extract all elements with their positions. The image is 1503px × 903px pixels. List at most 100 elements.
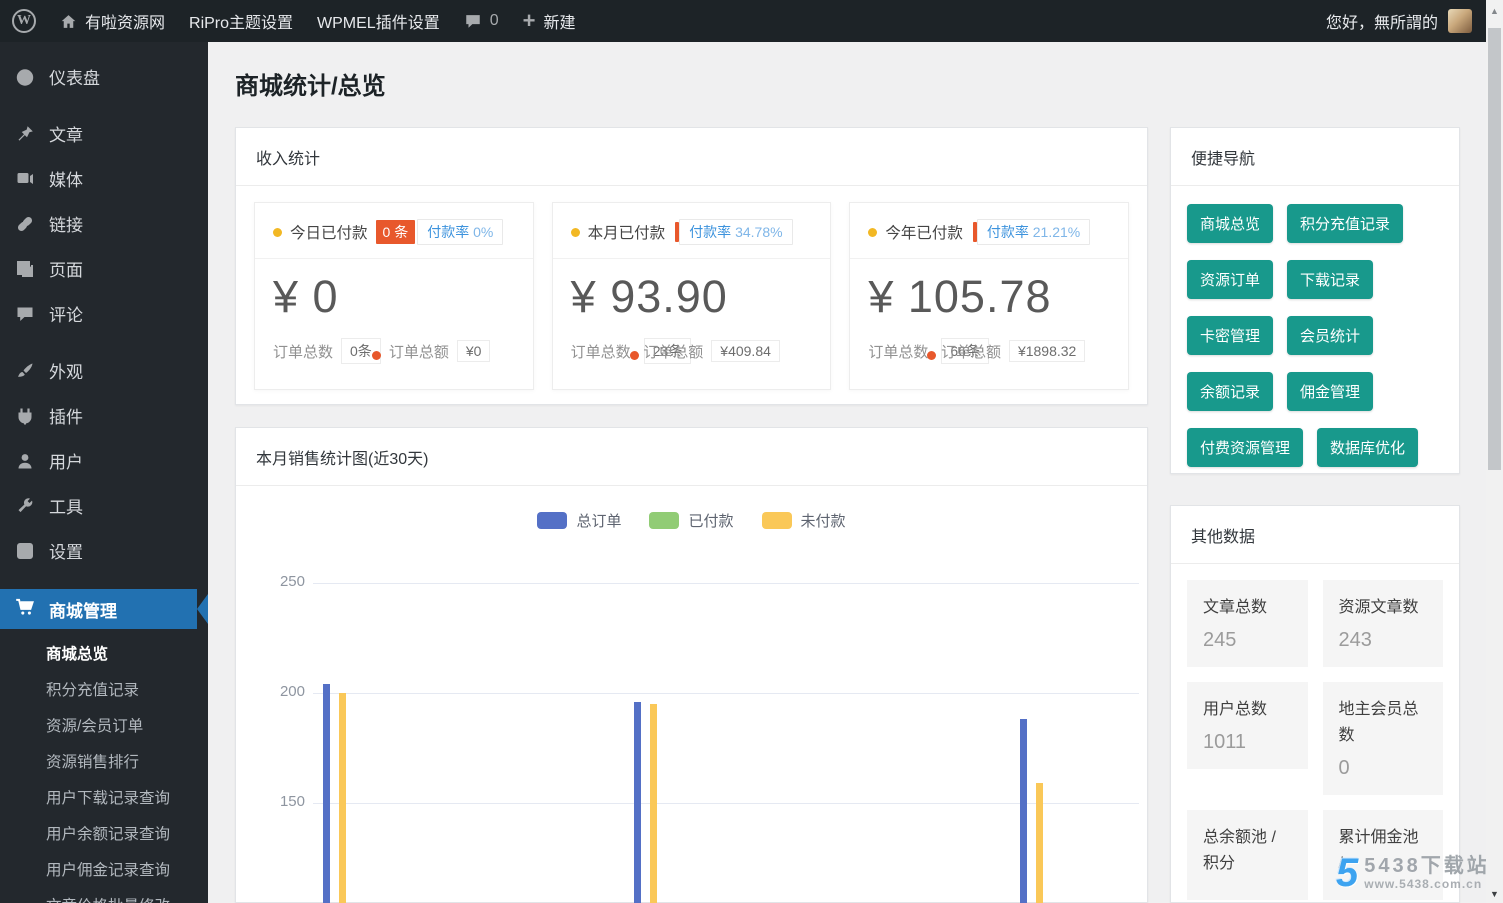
- media-icon: [14, 169, 36, 189]
- tile-total-posts: 文章总数 245: [1187, 580, 1308, 667]
- submenu-download-records[interactable]: 用户下载记录查询: [0, 781, 208, 817]
- sidebar-item-posts[interactable]: 文章: [0, 111, 208, 156]
- page-title: 商城统计/总览: [235, 66, 386, 101]
- wordpress-logo-icon: W: [12, 9, 36, 33]
- orders-total-badge: ¥0: [457, 340, 491, 362]
- paid-count-badge: 0 条: [376, 220, 416, 244]
- gold-dot-icon: [868, 228, 877, 237]
- income-panel-title: 收入统计: [236, 128, 1147, 186]
- stat-amount: ¥ 93.90: [571, 271, 813, 323]
- quick-nav-title: 便捷导航: [1171, 128, 1459, 186]
- scrollbar-thumb[interactable]: [1488, 28, 1501, 470]
- submenu-resource-orders[interactable]: 资源/会员订单: [0, 709, 208, 745]
- orange-dot-icon: [630, 351, 639, 360]
- current-menu-arrow: [197, 594, 208, 624]
- quicknav-commission-button[interactable]: 佣金管理: [1287, 372, 1373, 411]
- submenu-balance-records[interactable]: 用户余额记录查询: [0, 817, 208, 853]
- stat-card-year: 今年已付款 付款率 21.21% ¥ 105.78 订单总数 66条 订单总额 …: [849, 202, 1129, 390]
- home-icon: [60, 13, 77, 30]
- plugin-settings-menu[interactable]: WPMEL插件设置: [305, 0, 452, 42]
- quicknav-points-recharge-button[interactable]: 积分充值记录: [1287, 204, 1403, 243]
- chart-bar-总订单: [634, 702, 641, 903]
- stat-card-today: 今日已付款 0 条 付款率 0% ¥ 0 订单总数 0条 订单总额 ¥0: [254, 202, 534, 390]
- theme-settings-menu[interactable]: RiPro主题设置: [177, 0, 305, 42]
- chart-bar-未付款: [650, 704, 657, 903]
- user-avatar[interactable]: [1448, 9, 1472, 33]
- quicknav-download-records-button[interactable]: 下载记录: [1287, 260, 1373, 299]
- quicknav-member-stats-button[interactable]: 会员统计: [1287, 316, 1373, 355]
- chart-panel-title: 本月销售统计图(近30天): [236, 428, 1147, 486]
- quicknav-card-key-button[interactable]: 卡密管理: [1187, 316, 1273, 355]
- shop-submenu: 商城总览 积分充值记录 资源/会员订单 资源销售排行 用户下载记录查询 用户余额…: [0, 629, 208, 903]
- scroll-down-arrow[interactable]: ▼: [1486, 889, 1503, 899]
- stat-amount: ¥ 105.78: [868, 271, 1110, 323]
- submenu-commission-records[interactable]: 用户佣金记录查询: [0, 853, 208, 889]
- sidebar-item-appearance[interactable]: 外观: [0, 348, 208, 393]
- site-watermark: 5 5438下载站 www.5438.com.cn: [1336, 853, 1490, 893]
- other-data-panel: 其他数据 文章总数 245 资源文章数 243 用户总数 1011 地主会员总数…: [1170, 505, 1460, 903]
- wordpress-logo-menu[interactable]: W: [0, 0, 48, 42]
- quicknav-paid-resources-button[interactable]: 付费资源管理: [1187, 428, 1303, 467]
- pushpin-icon: [14, 124, 36, 144]
- sidebar-item-links[interactable]: 链接: [0, 201, 208, 246]
- sidebar-item-pages[interactable]: 页面: [0, 246, 208, 291]
- quicknav-db-optimize-button[interactable]: 数据库优化: [1317, 428, 1418, 467]
- sidebar-item-comments[interactable]: 评论: [0, 291, 208, 336]
- cart-icon: [14, 596, 36, 623]
- comment-bubble-icon: [464, 12, 482, 30]
- y-axis-tick-label: 150: [241, 793, 305, 810]
- quicknav-shop-overview-button[interactable]: 商城总览: [1187, 204, 1273, 243]
- sidebar-item-tools[interactable]: 工具: [0, 483, 208, 528]
- quicknav-resource-orders-button[interactable]: 资源订单: [1187, 260, 1273, 299]
- plus-icon: +: [523, 11, 536, 31]
- wrench-icon: [14, 496, 36, 516]
- stat-card-month: 本月已付款 付款率 34.78% ¥ 93.90 订单总数 23条 订单总额 ¥…: [552, 202, 832, 390]
- orange-dot-icon: [372, 351, 381, 360]
- pay-rate-badge: 付款率 34.78%: [679, 219, 792, 245]
- sidebar-item-media[interactable]: 媒体: [0, 156, 208, 201]
- submenu-sales-ranking[interactable]: 资源销售排行: [0, 745, 208, 781]
- quick-nav-panel: 便捷导航 商城总览 积分充值记录 资源订单 下载记录 卡密管理 会员统计 余额记…: [1170, 127, 1460, 474]
- comment-icon: [14, 304, 36, 324]
- legend-item-total-orders[interactable]: 总订单: [537, 510, 621, 531]
- comments-menu[interactable]: 0: [452, 0, 511, 42]
- dashboard-gauge-icon: [14, 67, 36, 87]
- gold-dot-icon: [571, 228, 580, 237]
- user-greeting[interactable]: 您好，無所謂的: [1326, 9, 1438, 33]
- tile-landlord-members: 地主会员总数 0: [1323, 682, 1444, 795]
- watermark-site-name: 5438下载站: [1364, 855, 1490, 877]
- submenu-batch-price[interactable]: 文章价格批量修改: [0, 889, 208, 903]
- site-home-link[interactable]: 有啦资源网: [48, 0, 177, 42]
- tile-total-users: 用户总数 1011: [1187, 682, 1308, 769]
- sidebar-item-shop-management[interactable]: 商城管理: [0, 589, 208, 629]
- page-scrollbar[interactable]: ▲ ▼: [1486, 0, 1503, 903]
- orders-total-badge: ¥1898.32: [1009, 340, 1085, 362]
- new-content-menu[interactable]: + 新建: [511, 0, 588, 42]
- submenu-shop-overview[interactable]: 商城总览: [0, 637, 208, 673]
- chart-bar-未付款: [1036, 783, 1043, 903]
- chart-bar-总订单: [1020, 719, 1027, 903]
- watermark-logo: 5: [1336, 853, 1358, 893]
- sidebar-item-plugins[interactable]: 插件: [0, 393, 208, 438]
- watermark-url: www.5438.com.cn: [1364, 877, 1490, 891]
- quicknav-balance-records-button[interactable]: 余额记录: [1187, 372, 1273, 411]
- sidebar-item-dashboard[interactable]: 仪表盘: [0, 54, 208, 99]
- pages-icon: [14, 259, 36, 279]
- chart-bar-总订单: [323, 684, 330, 903]
- pay-rate-badge: 付款率 0%: [417, 219, 503, 245]
- legend-item-unpaid[interactable]: 未付款: [762, 510, 846, 531]
- chain-link-icon: [14, 214, 36, 234]
- user-icon: [14, 451, 36, 471]
- sidebar-item-users[interactable]: 用户: [0, 438, 208, 483]
- scroll-up-arrow[interactable]: ▲: [1486, 6, 1503, 16]
- gold-dot-icon: [273, 228, 282, 237]
- other-data-title: 其他数据: [1171, 506, 1459, 564]
- submenu-points-recharge[interactable]: 积分充值记录: [0, 673, 208, 709]
- y-axis-tick-label: 200: [241, 683, 305, 700]
- y-axis-tick-label: 250: [241, 573, 305, 590]
- orders-count-badge: 0条: [341, 338, 381, 364]
- legend-item-paid[interactable]: 已付款: [649, 510, 733, 531]
- monthly-sales-chart-panel: 本月销售统计图(近30天) 总订单 已付款 未付款 250 200 150: [235, 427, 1148, 903]
- sidebar-item-settings[interactable]: 设置: [0, 528, 208, 573]
- plug-icon: [14, 406, 36, 426]
